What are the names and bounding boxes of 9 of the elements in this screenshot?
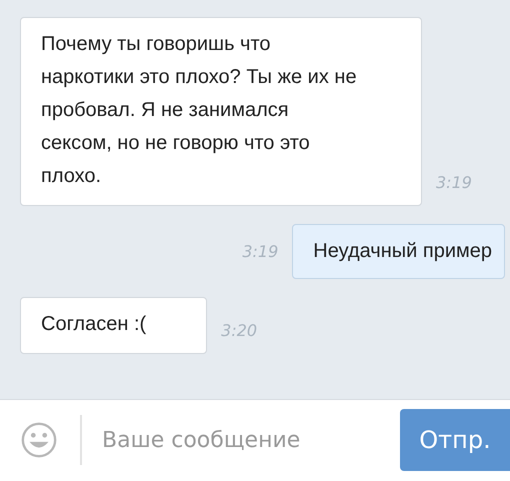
message-bubble: Согласен :( [20, 297, 208, 354]
message-time: 3:19 [242, 242, 278, 261]
smiley-icon[interactable] [20, 421, 58, 459]
message-time: 3:20 [221, 321, 258, 340]
message-time: 3:19 [436, 173, 472, 192]
message-bubble: Почему ты говоришь что наркотики это плохо? Ты же их не пробовал. Я не занимался сексом, но не говорю что это плохо. [20, 17, 422, 206]
message-bubble: Неудачный пример [292, 224, 505, 279]
message-input[interactable]: Ваше сообщение [102, 428, 362, 452]
send-button[interactable]: Отпр. [400, 409, 510, 471]
